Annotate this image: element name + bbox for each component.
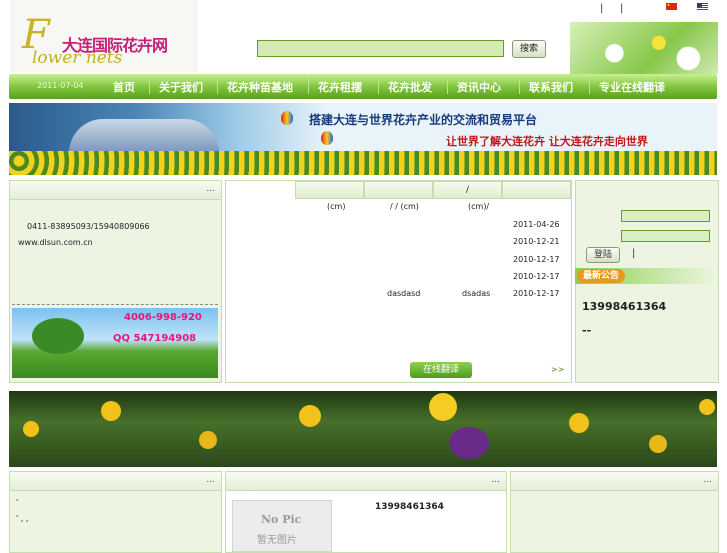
balloon-icon xyxy=(321,131,333,145)
search-button[interactable]: 搜索 xyxy=(512,40,546,58)
row-date: 2010-12-21 xyxy=(513,237,560,246)
nav-divider xyxy=(447,79,448,94)
hero-banner: 搭建大连与世界花卉产业的交流和贸易平台 让世界了解大连花卉 让大连花卉走向世界 xyxy=(9,103,717,175)
banner-building xyxy=(69,119,219,153)
tab[interactable]: / xyxy=(433,181,502,199)
hotline-ad[interactable]: 4006-998-920 QQ 547194908 xyxy=(12,308,218,378)
ad-qq: QQ 547194908 xyxy=(113,333,197,344)
dashed-divider xyxy=(12,304,218,305)
flower-field-banner xyxy=(9,391,717,467)
ad-phone: 4006-998-920 xyxy=(124,312,202,323)
nav-divider xyxy=(149,79,150,94)
nav-item-seedling-base[interactable]: 花卉种苗基地 xyxy=(227,79,293,95)
tab[interactable] xyxy=(502,181,571,199)
row-date: 2010-12-17 xyxy=(513,289,560,298)
nav-item-rental[interactable]: 花卉租摆 xyxy=(318,79,362,95)
yellow-flower xyxy=(199,431,217,449)
panel-header: ... xyxy=(10,181,221,200)
banner-sunflowers xyxy=(9,151,717,175)
bottom-phone: 13998461364 xyxy=(375,502,444,512)
china-flag-icon[interactable] xyxy=(666,3,677,10)
purple-flower xyxy=(449,427,489,459)
yellow-flower xyxy=(101,401,121,421)
no-picture-placeholder[interactable]: No Pic 暂无图片 xyxy=(232,500,332,552)
more-link[interactable]: ... xyxy=(206,475,215,485)
column-header: (cm)/ xyxy=(468,202,490,211)
tab[interactable] xyxy=(364,181,433,199)
topbar-separator: | xyxy=(600,3,604,14)
nav-item-home[interactable]: 首页 xyxy=(113,79,135,95)
more-link[interactable]: ... xyxy=(206,184,215,194)
nopic-label-cn: 暂无图片 xyxy=(257,535,297,546)
panel-header: ... xyxy=(511,472,718,491)
nav-item-translation[interactable]: 专业在线翻译 xyxy=(599,79,665,95)
nav-item-news[interactable]: 资讯中心 xyxy=(457,79,501,95)
panel-header: ... xyxy=(10,472,221,491)
flowers-header-image xyxy=(570,22,718,74)
usa-flag-icon[interactable] xyxy=(697,3,708,10)
more-arrow-link[interactable]: >> xyxy=(551,365,564,374)
yellow-flower xyxy=(429,393,457,421)
nav-item-wholesale[interactable]: 花卉批发 xyxy=(388,79,432,95)
yellow-flower xyxy=(699,399,715,415)
login-separator: | xyxy=(632,248,636,259)
online-translate-button[interactable]: 在线翻译 xyxy=(410,362,472,378)
password-field[interactable] xyxy=(621,230,710,242)
tab[interactable] xyxy=(295,181,364,199)
list-item[interactable]: ' xyxy=(16,498,18,507)
yellow-flower xyxy=(649,435,667,453)
nav-date: 2011-07-04 xyxy=(37,81,84,90)
list-item[interactable]: ' , , xyxy=(16,514,28,523)
tree-illustration xyxy=(32,318,84,354)
nav-divider xyxy=(519,79,520,94)
yellow-flower xyxy=(299,405,321,427)
more-link[interactable]: ... xyxy=(703,475,712,485)
main-nav: 2011-07-04 首页 关于我们 花卉种苗基地 花卉租摆 花卉批发 资讯中心… xyxy=(9,74,717,99)
notice-text: -- xyxy=(582,324,592,337)
row-cell[interactable]: dasdasd xyxy=(387,289,420,298)
balloon-icon xyxy=(281,111,293,125)
row-date: 2011-04-26 xyxy=(513,220,560,229)
nav-item-about[interactable]: 关于我们 xyxy=(159,79,203,95)
more-link[interactable]: ... xyxy=(491,475,500,485)
nopic-label-en: No Pic xyxy=(261,513,302,526)
banner-slogan-sub: 让世界了解大连花卉 让大连花卉走向世界 xyxy=(446,135,648,148)
nav-divider xyxy=(589,79,590,94)
nav-item-contact[interactable]: 联系我们 xyxy=(529,79,573,95)
row-date: 2010-12-17 xyxy=(513,272,560,281)
nav-divider xyxy=(308,79,309,94)
login-button[interactable]: 登陆 xyxy=(586,247,620,263)
logo-title-en: lower nets xyxy=(32,48,123,68)
notice-title: 最新公告 xyxy=(577,269,625,283)
row-date: 2010-12-17 xyxy=(513,255,560,264)
yellow-flower xyxy=(569,413,589,433)
username-field[interactable] xyxy=(621,210,710,222)
banner-slogan-main: 搭建大连与世界花卉产业的交流和贸易平台 xyxy=(309,113,538,127)
contact-phone: 0411-83895093/15940809066 xyxy=(27,222,150,231)
bottom-left-panel: ... xyxy=(9,471,222,553)
panel-header: ... xyxy=(226,472,506,491)
topbar-separator: | xyxy=(620,3,624,14)
row-cell: dsadas xyxy=(462,289,491,298)
nav-divider xyxy=(217,79,218,94)
site-logo[interactable]: F 大连国际花卉网 lower nets xyxy=(10,0,198,72)
column-header: (cm) xyxy=(327,202,346,211)
bottom-right-panel: ... xyxy=(510,471,719,553)
column-header: / / (cm) xyxy=(390,202,419,211)
yellow-flower xyxy=(23,421,39,437)
search-input[interactable] xyxy=(257,40,504,57)
website-link[interactable]: www.dlsun.com.cn xyxy=(18,238,93,247)
notice-phone: 13998461364 xyxy=(582,300,667,313)
nav-divider xyxy=(378,79,379,94)
